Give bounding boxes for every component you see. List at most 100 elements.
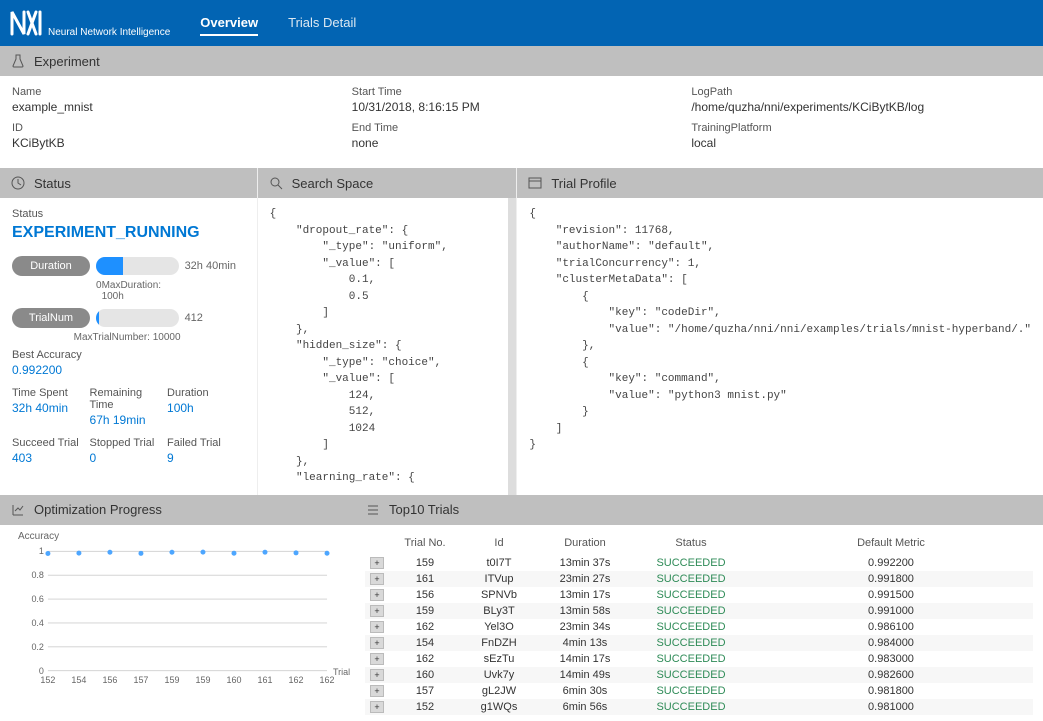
table-row: +162Yel3O23min 34sSUCCEEDED0.986100 bbox=[365, 619, 1033, 635]
section-status: Status bbox=[0, 168, 257, 198]
table-row: +157gL2JW6min 30sSUCCEEDED0.981800 bbox=[365, 683, 1033, 699]
td-duration: 14min 17s bbox=[537, 653, 633, 665]
app-header: Neural Network Intelligence Overview Tri… bbox=[0, 0, 1043, 46]
td-metric: 0.986100 bbox=[749, 621, 1033, 633]
chart-ylabel: Accuracy bbox=[18, 531, 59, 542]
duration-button[interactable]: Duration bbox=[12, 256, 90, 276]
td-trial: 156 bbox=[389, 589, 461, 601]
td-id: Yel3O bbox=[461, 621, 537, 633]
id-label: ID bbox=[12, 122, 352, 134]
succeed-label: Succeed Trial bbox=[12, 437, 90, 449]
succeed-value: 403 bbox=[12, 451, 90, 465]
tab-trials-detail[interactable]: Trials Detail bbox=[288, 11, 356, 36]
end-label: End Time bbox=[352, 122, 692, 134]
section-search-space: Search Space bbox=[258, 168, 517, 198]
trialnum-button[interactable]: TrialNum bbox=[12, 308, 90, 328]
td-trial: 157 bbox=[389, 685, 461, 697]
svg-text:154: 154 bbox=[71, 674, 86, 684]
failed-value: 9 bbox=[167, 451, 245, 465]
clock-icon bbox=[10, 175, 26, 191]
th-duration: Duration bbox=[537, 537, 633, 549]
name-label: Name bbox=[12, 86, 352, 98]
svg-text:0.2: 0.2 bbox=[31, 641, 43, 651]
chart-icon bbox=[10, 502, 26, 518]
expand-button[interactable]: + bbox=[370, 621, 384, 633]
td-trial: 159 bbox=[389, 605, 461, 617]
expand-button[interactable]: + bbox=[370, 557, 384, 569]
expand-button[interactable]: + bbox=[370, 589, 384, 601]
section-status-label: Status bbox=[34, 176, 71, 191]
search-space-code: { "dropout_rate": { "_type": "uniform", … bbox=[258, 198, 509, 495]
td-status: SUCCEEDED bbox=[633, 589, 749, 601]
svg-text:0.6: 0.6 bbox=[31, 594, 43, 604]
svg-text:159: 159 bbox=[164, 674, 179, 684]
tab-overview[interactable]: Overview bbox=[200, 11, 258, 36]
th-id: Id bbox=[461, 537, 537, 549]
search-icon bbox=[268, 175, 284, 191]
td-metric: 0.991000 bbox=[749, 605, 1033, 617]
time-spent-value: 32h 40min bbox=[12, 401, 90, 415]
svg-text:160: 160 bbox=[227, 674, 242, 684]
td-duration: 14min 49s bbox=[537, 669, 633, 681]
stopped-value: 0 bbox=[90, 451, 168, 465]
flask-icon bbox=[10, 53, 26, 69]
td-id: ITVup bbox=[461, 573, 537, 585]
expand-button[interactable]: + bbox=[370, 637, 384, 649]
section-profile-label: Trial Profile bbox=[551, 176, 616, 191]
svg-text:1: 1 bbox=[39, 546, 44, 556]
th-metric: Default Metric bbox=[749, 537, 1033, 549]
td-id: BLy3T bbox=[461, 605, 537, 617]
table-row: +161ITVup23min 27sSUCCEEDED0.991800 bbox=[365, 571, 1033, 587]
start-value: 10/31/2018, 8:16:15 PM bbox=[352, 100, 692, 114]
experiment-info: Name example_mnist ID KCiBytKB Start Tim… bbox=[0, 76, 1043, 168]
expand-button[interactable]: + bbox=[370, 605, 384, 617]
td-trial: 154 bbox=[389, 637, 461, 649]
td-status: SUCCEEDED bbox=[633, 621, 749, 633]
th-trial: Trial No. bbox=[389, 537, 461, 549]
td-metric: 0.991500 bbox=[749, 589, 1033, 601]
scrollbar[interactable] bbox=[508, 198, 516, 495]
td-metric: 0.981000 bbox=[749, 701, 1033, 713]
optimization-chart: Accuracy 00.20.40.60.8115215415615715915… bbox=[0, 525, 355, 705]
duration-max: MaxDuration: 100h bbox=[102, 280, 181, 302]
td-metric: 0.992200 bbox=[749, 557, 1033, 569]
top10-header: Trial No. Id Duration Status Default Met… bbox=[365, 531, 1033, 555]
failed-label: Failed Trial bbox=[167, 437, 245, 449]
expand-button[interactable]: + bbox=[370, 653, 384, 665]
expand-button[interactable]: + bbox=[370, 573, 384, 585]
expand-button[interactable]: + bbox=[370, 685, 384, 697]
td-id: g1WQs bbox=[461, 701, 537, 713]
table-row: +159BLy3T13min 58sSUCCEEDED0.991000 bbox=[365, 603, 1033, 619]
td-status: SUCCEEDED bbox=[633, 653, 749, 665]
section-trial-profile: Trial Profile bbox=[517, 168, 1043, 198]
platform-label: TrainingPlatform bbox=[691, 122, 1031, 134]
section-search-label: Search Space bbox=[292, 176, 374, 191]
svg-text:Trial: Trial bbox=[333, 666, 350, 676]
expand-button[interactable]: + bbox=[370, 669, 384, 681]
td-status: SUCCEEDED bbox=[633, 685, 749, 697]
brand-text: Neural Network Intelligence bbox=[48, 27, 170, 38]
remaining-time-label: Remaining Time bbox=[90, 387, 168, 411]
td-metric: 0.982600 bbox=[749, 669, 1033, 681]
svg-text:159: 159 bbox=[195, 674, 210, 684]
trialnum-max: MaxTrialNumber: 10000 bbox=[12, 332, 245, 343]
td-trial: 162 bbox=[389, 653, 461, 665]
td-status: SUCCEEDED bbox=[633, 605, 749, 617]
nav-tabs: Overview Trials Detail bbox=[200, 11, 356, 36]
td-status: SUCCEEDED bbox=[633, 557, 749, 569]
td-duration: 4min 13s bbox=[537, 637, 633, 649]
td-metric: 0.983000 bbox=[749, 653, 1033, 665]
remaining-time-value: 67h 19min bbox=[90, 413, 168, 427]
svg-text:152: 152 bbox=[40, 674, 55, 684]
td-trial: 159 bbox=[389, 557, 461, 569]
td-status: SUCCEEDED bbox=[633, 669, 749, 681]
section-optimization: Optimization Progress bbox=[0, 495, 355, 525]
td-duration: 13min 37s bbox=[537, 557, 633, 569]
td-duration: 13min 17s bbox=[537, 589, 633, 601]
expand-button[interactable]: + bbox=[370, 701, 384, 713]
platform-value: local bbox=[691, 136, 1031, 150]
section-top10-label: Top10 Trials bbox=[389, 502, 459, 517]
status-value: EXPERIMENT_RUNNING bbox=[12, 224, 245, 242]
td-trial: 152 bbox=[389, 701, 461, 713]
th-status: Status bbox=[633, 537, 749, 549]
